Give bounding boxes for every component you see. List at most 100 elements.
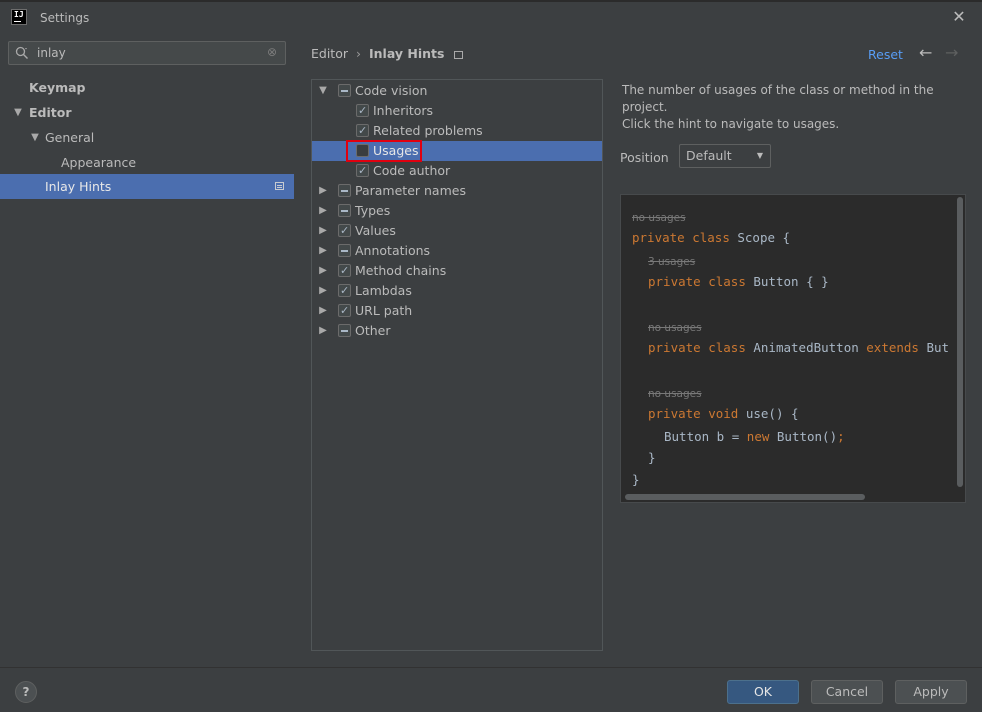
code-preview: no usages private class Scope { 3 usages… <box>620 194 966 503</box>
breadcrumb-separator: › <box>356 46 361 61</box>
tree-row-label: Values <box>355 223 396 238</box>
chevron-down-icon[interactable]: ▼ <box>29 125 41 150</box>
hint-description: The number of usages of the class or met… <box>622 82 962 133</box>
chevron-down-icon[interactable]: ▼ <box>12 100 24 125</box>
sidebar-item-general[interactable]: ▼ General <box>0 125 294 150</box>
code-line: private class Button { } <box>648 274 829 289</box>
usages-hint[interactable]: 3 usages <box>648 253 695 271</box>
code-line: private class Scope { <box>632 230 791 245</box>
chevron-right-icon[interactable]: ▶ <box>318 281 328 301</box>
other-checkbox[interactable] <box>338 324 351 337</box>
inlay-hints-tree: ▼ Code vision Inheritors Related problem… <box>311 79 603 651</box>
tree-row-label: Method chains <box>355 263 447 278</box>
project-settings-icon <box>454 50 464 59</box>
tree-row-label: Parameter names <box>355 183 466 198</box>
chevron-right-icon[interactable]: ▶ <box>318 181 328 201</box>
tree-row-other[interactable]: ▶ Other <box>312 321 602 341</box>
tree-row-usages[interactable]: Usages <box>312 140 602 162</box>
clear-search-icon[interactable]: ⊗ <box>267 45 277 59</box>
close-icon[interactable]: ✕ <box>950 8 968 26</box>
url-path-checkbox[interactable] <box>338 301 351 321</box>
sidebar-item-label: Editor <box>29 105 72 120</box>
search-box[interactable]: ⊗ <box>8 41 286 65</box>
types-checkbox[interactable] <box>338 204 351 217</box>
sidebar-item-appearance[interactable]: Appearance <box>0 150 294 175</box>
tree-row-lambdas[interactable]: ▶ Lambdas <box>312 281 602 301</box>
breadcrumb-current: Inlay Hints <box>369 46 445 61</box>
annotations-checkbox[interactable] <box>338 244 351 257</box>
chevron-right-icon[interactable]: ▶ <box>318 261 328 281</box>
reset-link[interactable]: Reset <box>868 47 903 62</box>
usages-hint[interactable]: no usages <box>632 209 686 227</box>
values-checkbox[interactable] <box>338 221 351 241</box>
tree-row-label: Types <box>355 203 391 218</box>
chevron-right-icon[interactable]: ▶ <box>318 221 328 241</box>
related-problems-checkbox[interactable] <box>356 121 369 141</box>
tree-row-label: Inheritors <box>373 103 434 118</box>
tree-row-label: URL path <box>355 303 413 318</box>
dialog-footer: ? OK Cancel Apply <box>0 667 982 712</box>
tree-row-method-chains[interactable]: ▶ Method chains <box>312 261 602 281</box>
sidebar-item-label: Inlay Hints <box>45 179 112 194</box>
tree-row-label: Lambdas <box>355 283 412 298</box>
position-value: Default <box>686 148 732 163</box>
tree-row-types[interactable]: ▶ Types <box>312 201 602 221</box>
tree-row-code-vision[interactable]: ▼ Code vision <box>312 81 602 101</box>
breadcrumb: Editor › Inlay Hints <box>311 46 464 61</box>
back-arrow-icon[interactable]: ← <box>919 43 932 62</box>
project-settings-icon <box>275 182 284 190</box>
chevron-down-icon[interactable]: ▼ <box>318 81 328 101</box>
lambdas-checkbox[interactable] <box>338 281 351 301</box>
tree-row-annotations[interactable]: ▶ Annotations <box>312 241 602 261</box>
window-title: Settings <box>40 11 90 25</box>
title-bar: IJ Settings ✕ <box>0 0 982 35</box>
tree-row-related-problems[interactable]: Related problems <box>312 121 602 141</box>
description-line: Click the hint to navigate to usages. <box>622 117 840 131</box>
sidebar-item-label: Appearance <box>61 155 137 170</box>
tree-row-values[interactable]: ▶ Values <box>312 221 602 241</box>
code-line: private class AnimatedButton extends But <box>648 340 950 355</box>
horizontal-scrollbar[interactable] <box>625 494 865 500</box>
forward-arrow-icon[interactable]: → <box>945 43 958 62</box>
settings-sidebar: ⊗ Keymap ▼ Editor ▼ General Appearance I… <box>0 35 294 667</box>
tree-row-inheritors[interactable]: Inheritors <box>312 101 602 121</box>
dropdown-arrow-icon: ▼ <box>756 151 763 160</box>
chevron-right-icon[interactable]: ▶ <box>318 321 328 341</box>
sidebar-item-keymap[interactable]: Keymap <box>0 75 294 100</box>
tree-row-label: Other <box>355 323 391 338</box>
chevron-right-icon[interactable]: ▶ <box>318 241 328 261</box>
position-label: Position <box>620 150 669 165</box>
settings-content: Editor › Inlay Hints Reset ← → ▼ Code visi… <box>294 35 982 667</box>
code-author-checkbox[interactable] <box>356 161 369 181</box>
tree-row-parameter-names[interactable]: ▶ Parameter names <box>312 181 602 201</box>
chevron-right-icon[interactable]: ▶ <box>318 301 328 321</box>
apply-button[interactable]: Apply <box>895 680 967 704</box>
sidebar-item-inlay-hints[interactable]: Inlay Hints <box>0 174 294 199</box>
code-line: private void use() { <box>648 406 799 421</box>
method-chains-checkbox[interactable] <box>338 261 351 281</box>
code-vision-checkbox[interactable] <box>338 84 351 97</box>
usages-hint[interactable]: no usages <box>648 319 702 337</box>
sidebar-item-editor[interactable]: ▼ Editor <box>0 100 294 125</box>
search-icon <box>15 46 28 59</box>
sidebar-item-label: General <box>45 130 95 145</box>
breadcrumb-parent[interactable]: Editor <box>311 46 348 61</box>
ok-button[interactable]: OK <box>727 680 799 704</box>
vertical-scrollbar[interactable] <box>957 197 963 487</box>
usages-hint[interactable]: no usages <box>648 385 702 403</box>
tree-row-label: Related problems <box>373 123 483 138</box>
code-line: } <box>632 472 640 487</box>
help-button[interactable]: ? <box>15 681 37 703</box>
tree-row-label: Code author <box>373 163 451 178</box>
tree-row-label: Annotations <box>355 243 431 258</box>
search-input[interactable] <box>37 44 257 62</box>
inheritors-checkbox[interactable] <box>356 101 369 121</box>
parameter-names-checkbox[interactable] <box>338 184 351 197</box>
tree-row-code-author[interactable]: Code author <box>312 161 602 181</box>
highlight-box <box>346 140 422 162</box>
code-line: Button b = new Button(); <box>664 429 845 444</box>
chevron-right-icon[interactable]: ▶ <box>318 201 328 221</box>
cancel-button[interactable]: Cancel <box>811 680 883 704</box>
tree-row-url-path[interactable]: ▶ URL path <box>312 301 602 321</box>
position-dropdown[interactable]: Default ▼ <box>679 144 771 168</box>
